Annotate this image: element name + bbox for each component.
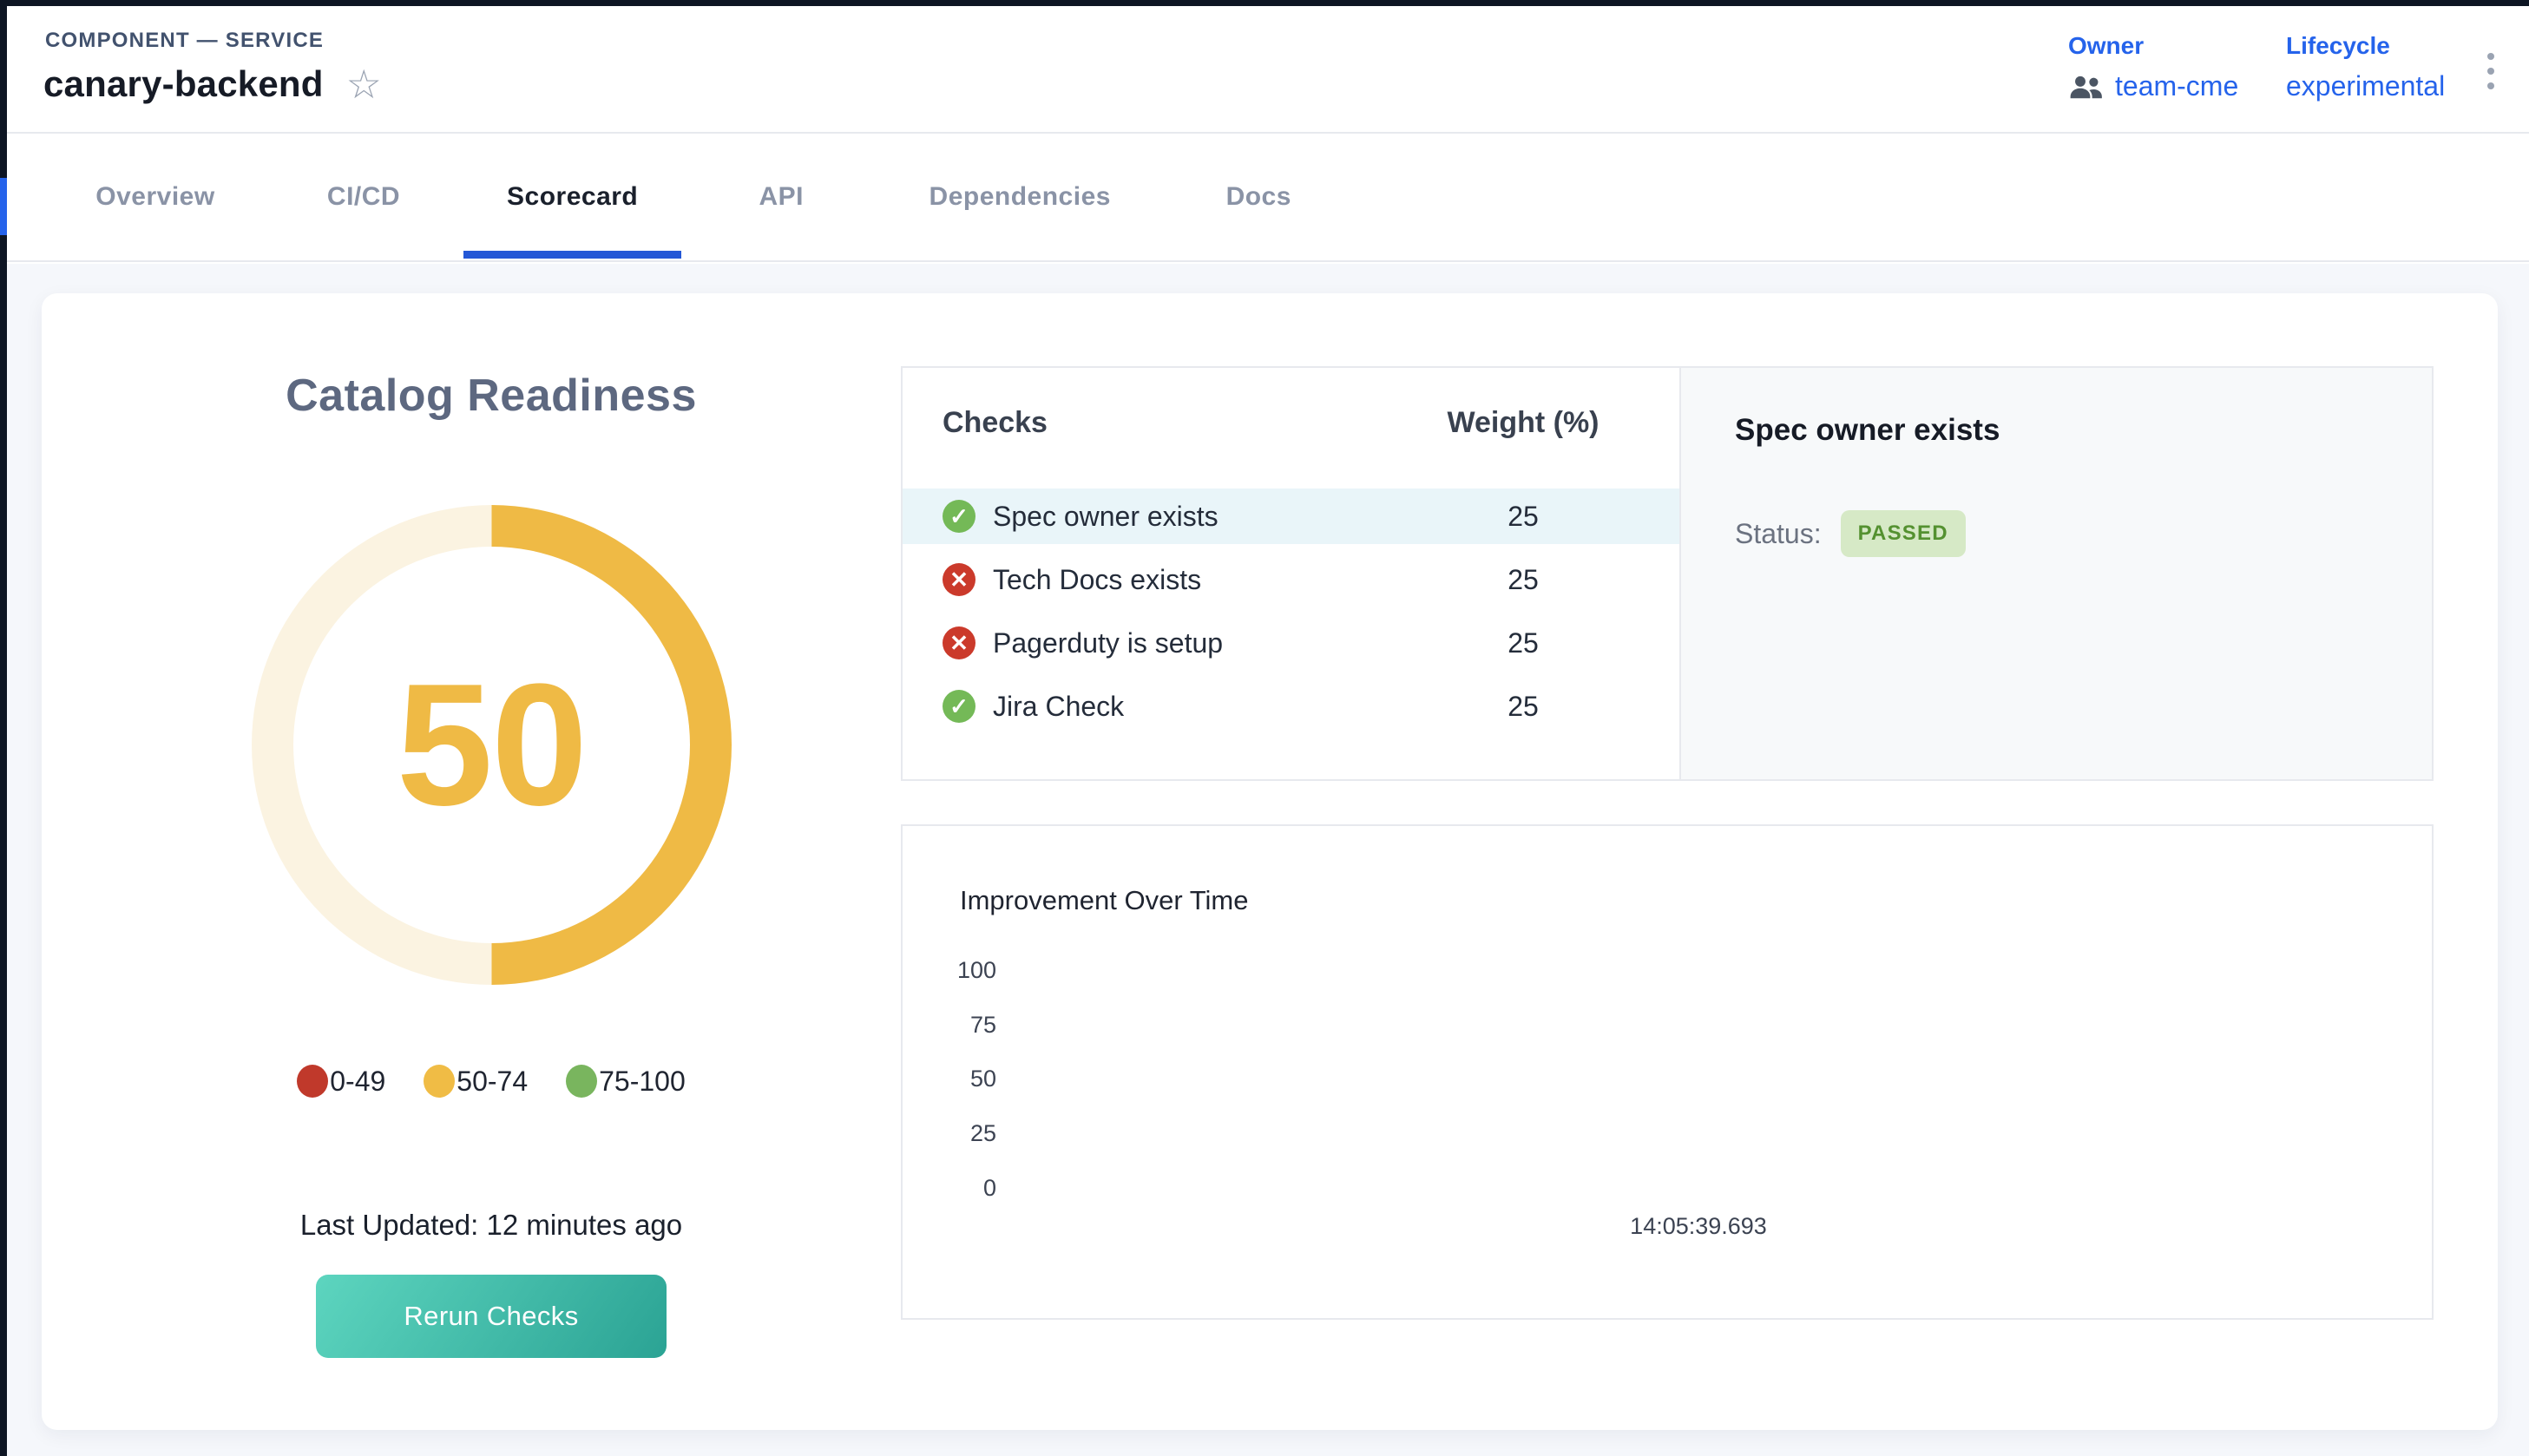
checks-card: Checks Weight (%) ✓Spec owner exists25✕T… — [901, 366, 2434, 781]
entity-tabs: Overview CI/CD Scorecard API Dependencies Doc… — [7, 134, 2529, 262]
check-row[interactable]: ✓ Spec owner exists25 — [903, 489, 1679, 544]
owner-value-link[interactable]: team-cme — [2115, 70, 2238, 102]
checks-table-header: Checks Weight (%) — [903, 406, 1679, 440]
readiness-title: Catalog Readiness — [286, 370, 697, 422]
entity-kind-breadcrumb: COMPONENT — SERVICE — [45, 29, 324, 53]
lifecycle-value: experimental — [2286, 70, 2445, 102]
favorite-star-icon[interactable]: ☆ — [346, 64, 382, 104]
check-weight: 25 — [1419, 564, 1627, 596]
legend-swatch — [297, 1065, 328, 1098]
tab-dependencies[interactable]: Dependencies — [924, 134, 1115, 260]
score-gauge-hole: 50 — [293, 547, 690, 943]
chart-y-tick: 25 — [903, 1118, 996, 1148]
check-passed-icon: ✓ — [943, 500, 975, 533]
check-name: Jira Check — [993, 691, 1419, 723]
owner-label[interactable]: Owner — [2068, 32, 2238, 60]
check-row[interactable]: ✓ Jira Check25 — [903, 679, 1679, 734]
chart-y-tick: 50 — [903, 1064, 996, 1093]
checks-column-header: Checks — [943, 406, 1419, 440]
legend-label: 50-74 — [457, 1066, 528, 1098]
left-accent-bar — [0, 178, 7, 235]
legend-item: 50-74 — [424, 1065, 528, 1098]
catalog-readiness-section: Catalog Readiness 50 0-49 50-74 75-100 Las… — [42, 293, 941, 1358]
app-window: COMPONENT — SERVICE canary-backend ☆ Own… — [0, 0, 2529, 1456]
check-weight: 25 — [1419, 691, 1627, 723]
chart-x-tick: 14:05:39.693 — [1630, 1213, 1767, 1240]
tab-api[interactable]: API — [716, 134, 846, 260]
legend-label: 75-100 — [599, 1066, 686, 1098]
score-value: 50 — [397, 646, 586, 845]
tab-ci-cd[interactable]: CI/CD — [299, 134, 429, 260]
check-failed-icon: ✕ — [943, 626, 975, 659]
check-detail-title: Spec owner exists — [1735, 413, 2378, 448]
check-detail-panel: Spec owner exists Status: PASSED — [1679, 368, 2432, 779]
content-area: Catalog Readiness 50 0-49 50-74 75-100 Las… — [7, 264, 2529, 1456]
legend-label: 0-49 — [330, 1066, 385, 1098]
legend-swatch — [566, 1065, 597, 1098]
check-row[interactable]: ✕ Pagerduty is setup25 — [903, 615, 1679, 671]
entity-title-row: canary-backend ☆ — [43, 63, 382, 105]
check-failed-icon: ✕ — [943, 563, 975, 596]
legend-item: 75-100 — [566, 1065, 686, 1098]
tab-docs[interactable]: Docs — [1193, 134, 1324, 260]
check-row[interactable]: ✕ Tech Docs exists25 — [903, 552, 1679, 607]
weight-column-header: Weight (%) — [1419, 406, 1627, 440]
improvement-chart-card: Improvement Over Time 100 75 50 25 0 14:05:3… — [901, 824, 2434, 1320]
check-passed-icon: ✓ — [943, 690, 975, 723]
check-name: Tech Docs exists — [993, 564, 1419, 596]
people-icon — [2068, 75, 2105, 99]
status-label: Status: — [1735, 518, 1822, 550]
rerun-checks-button[interactable]: Rerun Checks — [316, 1275, 667, 1358]
check-name: Spec owner exists — [993, 501, 1419, 533]
checks-rows: ✓Spec owner exists25✕Tech Docs exists25✕… — [903, 489, 1679, 734]
page-title: canary-backend — [43, 63, 324, 105]
status-badge: PASSED — [1841, 510, 1966, 557]
scorecard-main-card: Catalog Readiness 50 0-49 50-74 75-100 Las… — [42, 293, 2498, 1430]
tab-scorecard[interactable]: Scorecard — [507, 134, 638, 260]
more-options-kebab-icon[interactable] — [2482, 48, 2499, 95]
chart-y-tick: 100 — [903, 955, 996, 985]
lifecycle-meta: Lifecycle experimental — [2286, 32, 2445, 102]
chart-title: Improvement Over Time — [960, 885, 1248, 916]
active-tab-underline — [463, 251, 681, 259]
check-weight: 25 — [1419, 501, 1627, 533]
score-gauge: 50 — [252, 505, 732, 985]
lifecycle-label[interactable]: Lifecycle — [2286, 32, 2445, 60]
checks-table: Checks Weight (%) ✓Spec owner exists25✕T… — [903, 368, 1679, 779]
last-updated-text: Last Updated: 12 minutes ago — [300, 1209, 682, 1242]
check-name: Pagerduty is setup — [993, 627, 1419, 659]
tab-overview[interactable]: Overview — [90, 134, 220, 260]
chart-y-tick: 75 — [903, 1010, 996, 1040]
check-status-row: Status: PASSED — [1735, 510, 2378, 557]
window-top-edge — [0, 0, 2529, 6]
check-weight: 25 — [1419, 627, 1627, 659]
owner-meta: Owner team-cme — [2068, 32, 2238, 102]
legend-swatch — [424, 1065, 455, 1098]
score-legend: 0-49 50-74 75-100 — [297, 1065, 686, 1098]
entity-header: COMPONENT — SERVICE canary-backend ☆ Own… — [7, 6, 2529, 134]
chart-y-tick: 0 — [903, 1173, 996, 1203]
legend-item: 0-49 — [297, 1065, 385, 1098]
